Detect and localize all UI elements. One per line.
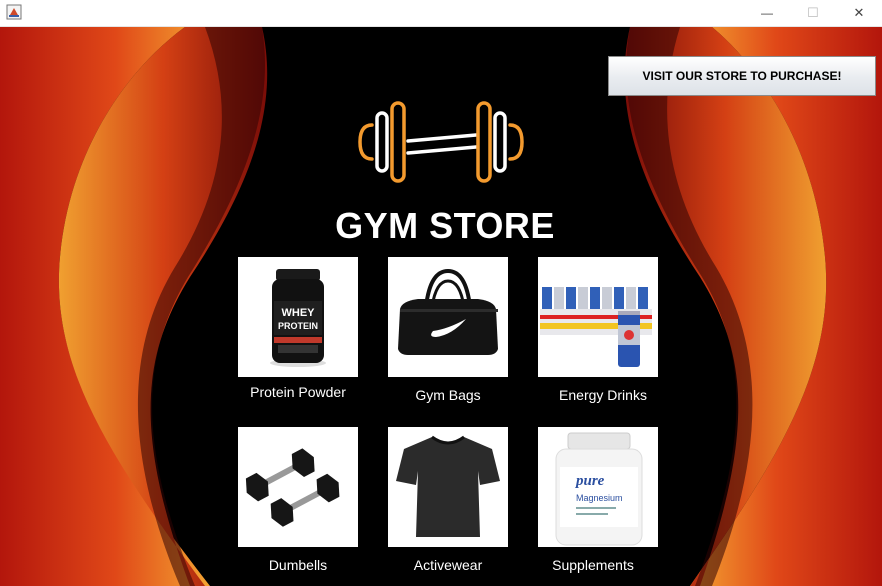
dumbbell-logo-icon: [358, 101, 524, 183]
product-gym-bags[interactable]: [388, 257, 508, 377]
maximize-icon: ☐: [807, 5, 819, 20]
window-titlebar: — ☐ ✕: [0, 0, 882, 27]
protein-powder-image: WHEY PROTEIN: [238, 257, 358, 377]
product-label-energy-drinks: Energy Drinks: [559, 387, 647, 403]
page-title: GYM STORE: [335, 205, 555, 246]
minimize-button[interactable]: —: [744, 0, 790, 26]
visit-store-button[interactable]: VISIT OUR STORE TO PURCHASE!: [608, 56, 876, 96]
product-protein-powder[interactable]: WHEY PROTEIN: [238, 257, 358, 377]
tshirt-image: [388, 427, 508, 547]
java-app-icon: [6, 4, 22, 20]
jar-label-line2: PROTEIN: [278, 321, 318, 331]
bottle-brand: pure: [574, 473, 605, 489]
maximize-button[interactable]: ☐: [790, 0, 836, 26]
jar-label-line1: WHEY: [282, 307, 316, 319]
product-energy-drinks[interactable]: [538, 257, 658, 377]
product-label-protein-powder: Protein Powder: [250, 384, 346, 400]
product-label-supplements: Supplements: [552, 557, 634, 573]
store-panel: VISIT OUR STORE TO PURCHASE! GYM STORE W…: [0, 27, 882, 586]
minimize-icon: —: [761, 6, 773, 20]
gym-bag-image: [388, 257, 508, 377]
close-button[interactable]: ✕: [836, 0, 882, 26]
product-dumbells[interactable]: [238, 427, 358, 547]
bottle-text: Magnesium: [576, 493, 623, 503]
product-label-activewear: Activewear: [413, 557, 483, 573]
close-icon: ✕: [853, 5, 865, 20]
product-label-gym-bags: Gym Bags: [415, 387, 481, 403]
product-activewear[interactable]: [388, 427, 508, 547]
product-label-dumbells: Dumbells: [268, 557, 328, 573]
supplement-bottle-image: pure Magnesium: [538, 427, 658, 547]
dumbbells-image: [238, 427, 358, 547]
energy-drinks-image: [538, 257, 658, 377]
product-supplements[interactable]: pure Magnesium: [538, 427, 658, 547]
